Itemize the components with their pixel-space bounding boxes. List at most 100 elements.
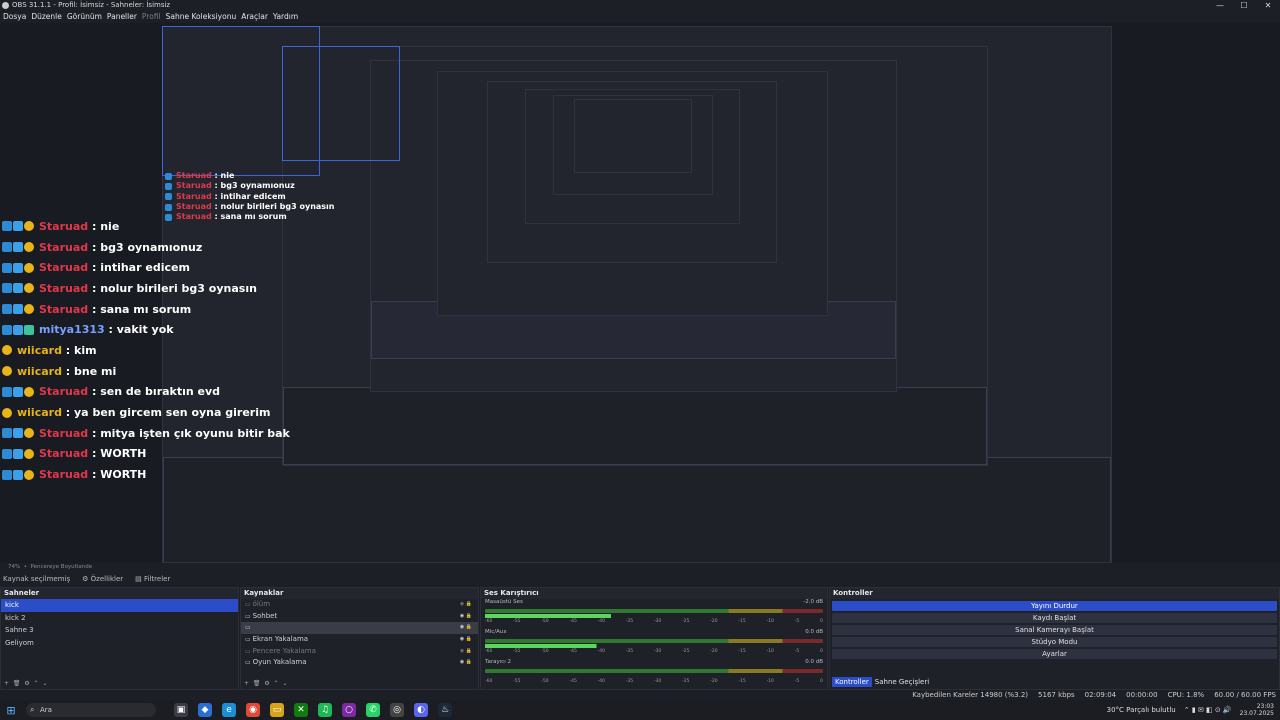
system-tray: 30°C Parçalı bulutlu ⌃ ▮ ✉ ◧ ⊙ 🔊 23:03 2… — [1107, 703, 1280, 717]
file-explorer-icon[interactable]: ▭ — [270, 703, 284, 717]
no-source-selected: Kaynak seçilmemiş — [3, 575, 71, 583]
zoom-mode[interactable]: Pencereye Boyutlande — [30, 564, 92, 570]
chat-message: Staruad : intihar edicem — [2, 257, 202, 278]
window-title: OBS 31.1.1 - Profil: İsimsiz - Sahneler:… — [12, 1, 171, 9]
source-item[interactable]: ▭ ölüm ◉ 🔒 — [241, 599, 478, 611]
delete-scene-icon[interactable]: 🗑 — [13, 680, 21, 687]
tick-label: -5 — [794, 619, 800, 624]
control-button[interactable]: Ayarlar — [832, 648, 1277, 659]
task-view-icon[interactable]: ▣ — [174, 703, 188, 717]
chat-separator: : — [88, 261, 101, 275]
chat-username: Staruad — [39, 281, 89, 295]
gold-badge-icon — [2, 345, 12, 356]
add-source-icon[interactable]: + — [244, 680, 249, 687]
tick-label: 0 — [820, 619, 823, 624]
mixer-channel: Mic/Aux 0.0 dB -60 -55 -50 -45 -40 -35 -30 -25 -20… — [481, 629, 827, 659]
blue-badge-icon — [2, 469, 12, 480]
start-button[interactable]: ⊞ — [0, 704, 22, 717]
menu-dosya[interactable]: Dosya — [3, 11, 26, 23]
source-settings-icon[interactable]: ⚙ — [264, 680, 269, 687]
source-down-icon[interactable]: ⌄ — [282, 680, 287, 687]
source-type-icon: ▭ — [245, 636, 253, 644]
edge-icon[interactable]: e — [222, 703, 236, 717]
scenes-footer: + 🗑 ⚙ ⌃ ⌄ — [4, 680, 47, 687]
menu-araclar[interactable]: Araçlar — [241, 11, 268, 23]
steam-icon[interactable]: ♨ — [438, 703, 452, 717]
menu-gorunum[interactable]: Görünüm — [67, 11, 102, 23]
taskbar-search[interactable]: Ara — [26, 703, 156, 717]
visibility-lock-icons[interactable]: ◉ 🔒 — [460, 646, 478, 658]
program-preview[interactable]: Staruad : nie Staruad : bg3 oynamıonuz S… — [0, 23, 1280, 563]
source-item[interactable]: ▭ Pencere Yakalama ◉ 🔒 — [241, 646, 478, 658]
scene-item[interactable]: kick 2 — [1, 612, 238, 625]
control-button[interactable]: Yayını Durdur — [832, 600, 1277, 611]
visibility-lock-icons[interactable]: ◉ 🔒 — [460, 622, 478, 634]
close-button[interactable]: ✕ — [1256, 0, 1280, 11]
menu-sahne-koleksiyonu[interactable]: Sahne Koleksiyonu — [166, 11, 237, 23]
cyan-badge-icon — [13, 324, 23, 335]
scene-list: kick kick 2 Sahne 3 Geliyom — [1, 599, 238, 649]
tick-label: -30 — [653, 649, 662, 654]
time: 23:03 — [1256, 703, 1274, 710]
scene-settings-icon[interactable]: ⚙ — [24, 680, 29, 687]
obs-taskbar-icon[interactable]: ◎ — [390, 703, 404, 717]
visibility-lock-icons[interactable]: ◉ 🔒 — [460, 611, 478, 623]
clock[interactable]: 23:03 23.07.2025 — [1240, 703, 1274, 717]
app-icon[interactable]: ○ — [342, 703, 356, 717]
mixer-channels: Masaüstü Ses -2.0 dB -60 -55 -50 -45 -40 -35 -30… — [481, 599, 827, 689]
delete-source-icon[interactable]: 🗑 — [253, 680, 261, 687]
visibility-lock-icons[interactable]: ◉ 🔒 — [460, 657, 478, 669]
chat-separator: : — [61, 364, 75, 378]
add-scene-icon[interactable]: + — [4, 680, 9, 687]
chrome-icon[interactable]: ◉ — [246, 703, 260, 717]
discord-icon[interactable]: ◐ — [414, 703, 428, 717]
source-item[interactable]: ▭ Ekran Yakalama ◉ 🔒 — [241, 634, 478, 646]
copilot-icon[interactable]: ◆ — [198, 703, 212, 717]
chat-username: wiicard — [17, 343, 62, 357]
weather[interactable]: 30°C Parçalı bulutlu — [1107, 706, 1176, 714]
spotify-icon[interactable]: ♫ — [318, 703, 332, 717]
tick-label: -45 — [569, 649, 577, 654]
window-controls: — ☐ ✕ — [1208, 0, 1280, 11]
cyan-badge-icon — [13, 262, 23, 273]
tick-label: 0 — [820, 649, 823, 654]
maximize-button[interactable]: ☐ — [1232, 0, 1256, 11]
source-item[interactable]: ▭ Oyun Yakalama ◉ 🔒 — [241, 657, 478, 669]
xbox-icon[interactable]: ✕ — [294, 703, 308, 717]
source-item[interactable]: ▭ Sohbet ◉ 🔒 — [241, 611, 478, 623]
scene-item[interactable]: kick — [1, 599, 238, 612]
chat-text: mitya işten çık oyunu bitir bak — [100, 426, 290, 440]
tray-icons[interactable]: ⌃ ▮ ✉ ◧ ⊙ 🔊 — [1184, 706, 1232, 714]
source-item[interactable]: ▭ ◉ 🔒 — [241, 622, 478, 635]
menu-duzenle[interactable]: Düzenle — [31, 11, 62, 23]
source-up-icon[interactable]: ⌃ — [274, 680, 279, 687]
tab-controls[interactable]: Kontroller — [832, 677, 872, 687]
control-button[interactable]: Sanal Kamerayı Başlat — [832, 624, 1277, 635]
visibility-lock-icons[interactable]: ◉ 🔒 — [460, 634, 478, 646]
menu-yardim[interactable]: Yardım — [273, 11, 298, 23]
menu-profil[interactable]: Profil — [142, 11, 161, 23]
preview-zoom-bar: 74% • Pencereye Boyutlande — [8, 564, 93, 570]
filters-button[interactable]: ▤ Filtreler — [135, 572, 170, 586]
obs-logo-icon — [2, 2, 9, 9]
cpu-usage: CPU: 1.8% — [1167, 691, 1205, 699]
properties-button[interactable]: ⚙ Özellikler — [82, 572, 123, 586]
tick-label: -35 — [625, 619, 634, 624]
menu-paneller[interactable]: Paneller — [107, 11, 137, 23]
tick-label: -40 — [597, 679, 605, 684]
chat-message: Staruad : sana mı sorum — [2, 299, 202, 320]
move-up-icon[interactable]: ⌃ — [34, 680, 39, 687]
control-button[interactable]: Stüdyo Modu — [832, 636, 1277, 647]
move-down-icon[interactable]: ⌄ — [42, 680, 47, 687]
tab-scene-transitions[interactable]: Sahne Geçişleri — [872, 677, 932, 687]
scene-item[interactable]: Geliyom — [1, 637, 238, 650]
control-button[interactable]: Kaydı Başlat — [832, 612, 1277, 623]
whatsapp-icon[interactable]: ✆ — [366, 703, 380, 717]
minimize-button[interactable]: — — [1208, 0, 1232, 11]
visibility-lock-icons[interactable]: ◉ 🔒 — [460, 599, 478, 611]
green-badge-icon — [24, 324, 34, 335]
scene-item[interactable]: Sahne 3 — [1, 624, 238, 637]
sources-title: Kaynaklar — [241, 588, 478, 599]
source-label: Oyun Yakalama — [252, 658, 307, 667]
gold-badge-icon — [24, 242, 34, 253]
